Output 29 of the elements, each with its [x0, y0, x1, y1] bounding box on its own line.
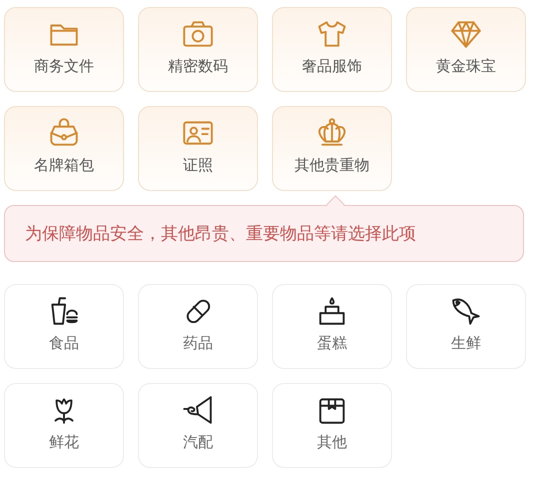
- tip-banner: 为保障物品安全，其他昂贵、重要物品等请选择此项: [4, 205, 524, 262]
- category-label: 黄金珠宝: [436, 57, 496, 77]
- category-tile[interactable]: 蛋糕: [272, 284, 392, 369]
- category-label: 生鲜: [451, 334, 481, 354]
- category-tile[interactable]: 药品: [138, 284, 258, 369]
- category-tile[interactable]: 名牌箱包: [4, 106, 124, 191]
- category-tile[interactable]: 其他贵重物: [272, 106, 392, 191]
- category-tile[interactable]: 其他: [272, 383, 392, 468]
- category-tile[interactable]: 鲜花: [4, 383, 124, 468]
- category-tile[interactable]: 商务文件: [4, 7, 124, 92]
- category-tile[interactable]: 黄金珠宝: [406, 7, 526, 92]
- category-label: 其他贵重物: [294, 156, 370, 176]
- category-tile[interactable]: 生鲜: [406, 284, 526, 369]
- category-label: 精密数码: [168, 57, 228, 77]
- category-label: 药品: [183, 334, 213, 354]
- category-tile[interactable]: 精密数码: [138, 7, 258, 92]
- category-label: 蛋糕: [317, 334, 347, 354]
- category-tile[interactable]: 奢品服饰: [272, 7, 392, 92]
- category-label: 其他: [317, 433, 347, 453]
- category-tile[interactable]: 汽配: [138, 383, 258, 468]
- category-label: 奢品服饰: [302, 57, 362, 77]
- category-label: 名牌箱包: [34, 156, 94, 176]
- category-label: 汽配: [183, 433, 213, 453]
- category-tile[interactable]: 证照: [138, 106, 258, 191]
- category-tile[interactable]: 食品: [4, 284, 124, 369]
- category-label: 鲜花: [49, 433, 79, 453]
- category-label: 证照: [183, 156, 213, 176]
- category-label: 商务文件: [34, 57, 94, 77]
- category-label: 食品: [49, 334, 79, 354]
